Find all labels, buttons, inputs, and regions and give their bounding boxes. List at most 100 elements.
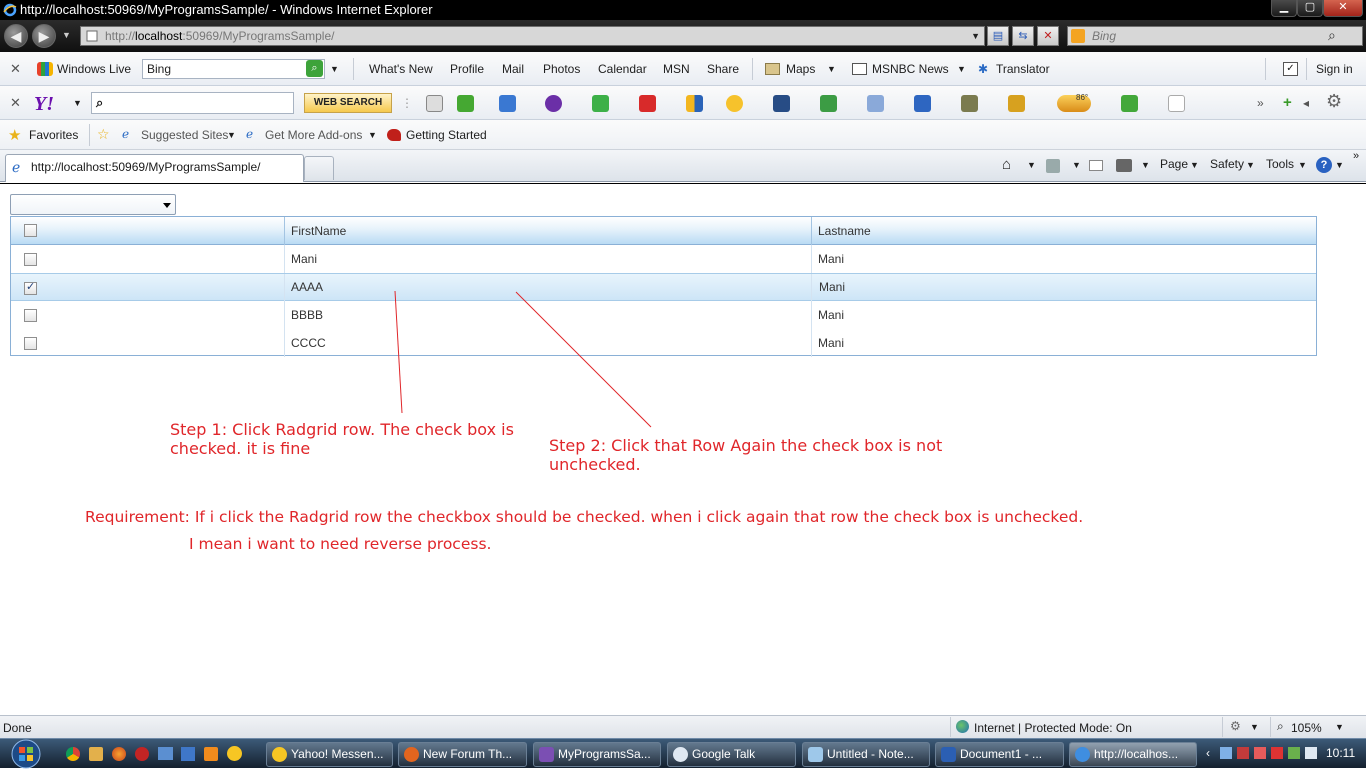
web-search-button[interactable]: WEB SEARCH [304,93,392,113]
search-go-icon[interactable]: ⌕ [306,60,323,77]
status-dropdown-icon[interactable]: ▼ [1250,722,1259,732]
print-dropdown-icon[interactable]: ▼ [1141,160,1150,170]
home-icon[interactable]: ⌂ [1002,156,1011,173]
folder-quicklaunch-icon[interactable] [89,747,103,761]
link-maps[interactable]: Maps [786,62,815,76]
taskbar-item-visual-studio[interactable]: MyProgramsSa... [533,742,661,767]
maps-dropdown-icon[interactable]: ▼ [827,64,836,74]
home-dropdown-icon[interactable]: ▼ [1027,160,1036,170]
show-desktop-icon[interactable] [158,747,173,760]
yahoo-menu-dropdown-icon[interactable]: ▼ [73,98,82,108]
firefox-quicklaunch-icon[interactable] [112,747,126,761]
tray-antivirus-icon[interactable] [1237,747,1249,759]
close-toolbar-icon[interactable]: ✕ [10,95,21,111]
link-translator[interactable]: Translator [996,62,1050,76]
msnbc-dropdown-icon[interactable]: ▼ [957,64,966,74]
stop-button[interactable]: ✕ [1037,26,1059,46]
link-msnbc-news[interactable]: MSNBC News [872,62,949,76]
start-button[interactable] [6,739,52,769]
settings-gear-icon[interactable]: ⚙ [1326,91,1342,112]
link-photos[interactable]: Photos [543,62,580,76]
zoom-dropdown-icon[interactable]: ▼ [1335,722,1344,732]
link-profile[interactable]: Profile [450,62,484,76]
suggested-sites-dropdown-icon[interactable]: ▼ [227,130,236,140]
system-clock[interactable]: 10:11 [1326,746,1355,760]
back-button[interactable]: ◀ [4,24,28,48]
scroll-left-icon[interactable]: ◂ [1303,96,1309,110]
bing-search-input[interactable]: Bing [1067,26,1363,46]
explorer-quicklaunch-icon[interactable] [181,747,195,761]
getting-started-link[interactable]: Getting Started [406,128,487,142]
favorites-button[interactable]: Favorites [29,128,78,142]
opera-quicklaunch-icon[interactable] [135,747,149,761]
media-player-icon[interactable] [204,747,218,761]
read-mail-icon[interactable] [1089,160,1103,171]
tray-volume-icon[interactable] [1305,747,1317,759]
answers-icon[interactable] [592,95,609,112]
zoom-level[interactable]: 105% [1291,721,1322,735]
search-dropdown-icon[interactable]: ▼ [330,64,339,74]
messenger-quicklaunch-icon[interactable] [227,746,242,761]
yahoo-search-input[interactable]: ⌕ [91,92,294,114]
music-icon[interactable] [1008,95,1025,112]
sign-in-link[interactable]: Sign in [1316,62,1353,76]
recent-pages-dropdown-icon[interactable]: ▼ [62,30,71,40]
taskbar-item-word[interactable]: Document1 - ... [935,742,1064,767]
my-yahoo-icon[interactable] [545,95,562,112]
tools-dropdown-icon[interactable]: ▼ [1298,160,1307,170]
address-dropdown-icon[interactable]: ▼ [971,27,980,45]
add-icon[interactable]: + [1283,94,1292,111]
feeds-icon[interactable] [1046,159,1060,173]
taskbar-item-notepad[interactable]: Untitled - Note... [802,742,930,767]
safety-dropdown-icon[interactable]: ▼ [1246,160,1255,170]
taskbar-item-yahoo-messenger[interactable]: Yahoo! Messen... [266,742,393,767]
chevron-more-icon[interactable]: » [1353,150,1359,162]
taskbar-item-google-talk[interactable]: Google Talk [667,742,796,767]
link-calendar[interactable]: Calendar [598,62,647,76]
help-dropdown-icon[interactable]: ▼ [1335,160,1344,170]
refresh-button[interactable]: ⇆ [1012,26,1034,46]
link-whats-new[interactable]: What's New [369,62,433,76]
sports-icon[interactable] [820,95,837,112]
finance-icon[interactable] [686,95,703,112]
addons-dropdown-icon[interactable]: ▼ [368,130,377,140]
updates-icon[interactable] [1121,95,1138,112]
yahoo-logo[interactable]: Y! [34,93,54,116]
maximize-button[interactable]: ▢ [1297,0,1323,17]
tray-power-icon[interactable] [1288,747,1300,759]
link-msn[interactable]: MSN [663,62,690,76]
mail-icon[interactable] [499,95,516,112]
tray-expand-icon[interactable]: ‹ [1206,746,1210,760]
mobile-icon[interactable] [914,95,931,112]
windows-live-search-input[interactable]: Bing [142,59,325,79]
page-menu[interactable]: Page [1160,157,1188,171]
people-icon[interactable] [961,95,978,112]
search-icon[interactable]: ⌕ [1328,27,1336,44]
suggested-sites-link[interactable]: Suggested Sites [141,128,228,142]
link-share[interactable]: Share [707,62,739,76]
add-button-icon[interactable] [457,95,474,112]
safety-menu[interactable]: Safety [1210,157,1244,171]
more-buttons-icon[interactable]: » [1257,96,1264,110]
get-more-addons-link[interactable]: Get More Add-ons [265,128,362,142]
games-icon[interactable] [639,95,656,112]
messenger-smiley-icon[interactable] [726,95,743,112]
feeds-dropdown-icon[interactable]: ▼ [1072,160,1081,170]
add-favorite-icon[interactable]: ☆ [97,126,110,143]
tools-menu[interactable]: Tools [1266,157,1294,171]
forward-button[interactable]: ▶ [32,24,56,48]
close-window-button[interactable]: ✕ [1323,0,1363,17]
compatibility-view-button[interactable]: ▤ [987,26,1009,46]
close-toolbar-icon[interactable]: ✕ [10,61,21,77]
minimize-button[interactable]: ▁ [1271,0,1297,17]
tray-acrobat-icon[interactable] [1271,747,1283,759]
checklist-icon[interactable]: ✓ [1283,62,1298,76]
security-zone-text[interactable]: Internet | Protected Mode: On [974,721,1132,735]
chrome-quicklaunch-icon[interactable] [66,747,80,761]
print-icon[interactable] [1116,159,1132,172]
shopping-icon[interactable] [867,95,884,112]
edit-toolbar-icon[interactable] [426,95,443,112]
taskbar-item-internet-explorer[interactable]: http://localhos... [1069,742,1197,767]
windows-live-brand[interactable]: Windows Live [57,62,131,76]
tray-mail-icon[interactable] [1254,747,1266,759]
